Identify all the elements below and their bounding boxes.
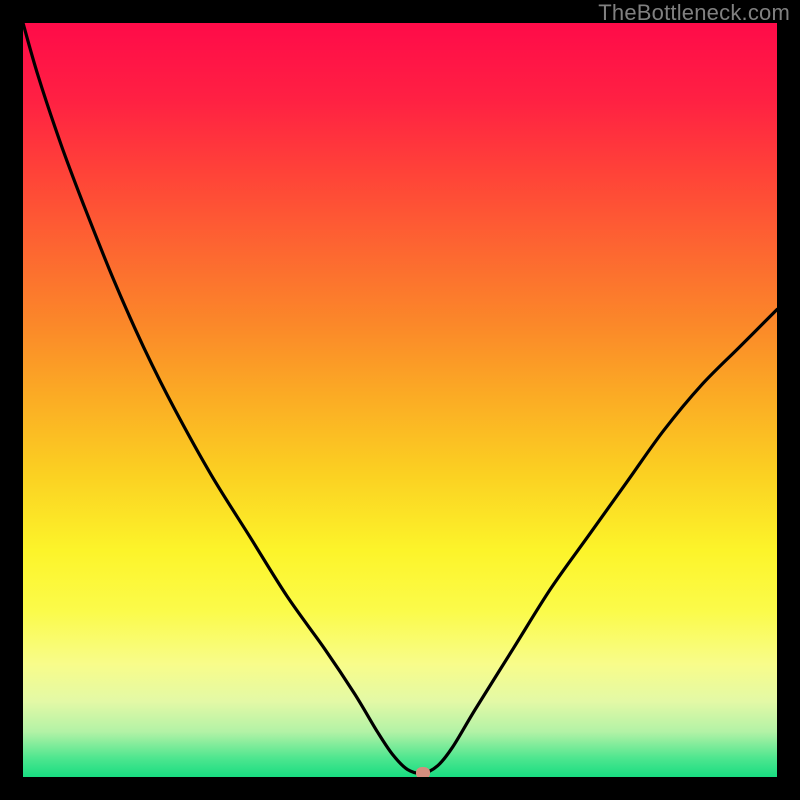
bottleneck-curve [23, 23, 777, 777]
optimal-point-marker [416, 767, 430, 777]
chart-frame: TheBottleneck.com [0, 0, 800, 800]
plot-area [23, 23, 777, 777]
watermark-text: TheBottleneck.com [598, 0, 790, 26]
